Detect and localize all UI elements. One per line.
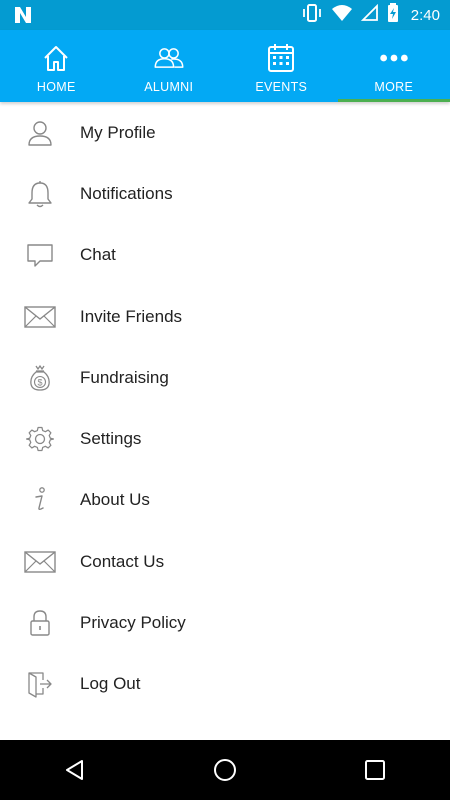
tab-more-label: MORE xyxy=(374,80,414,94)
menu-item-notifications[interactable]: Notifications xyxy=(0,163,450,224)
menu-item-settings[interactable]: Settings xyxy=(0,408,450,469)
envelope-icon xyxy=(0,531,80,592)
menu-item-my-profile[interactable]: My Profile xyxy=(0,102,450,163)
system-navigation-bar xyxy=(0,740,450,800)
tab-events-label: EVENTS xyxy=(255,80,308,94)
menu-item-chat[interactable]: Chat xyxy=(0,225,450,286)
signal-icon xyxy=(360,3,379,27)
tab-events[interactable]: EVENTS xyxy=(225,30,338,102)
menu-item-privacy-policy[interactable]: Privacy Policy xyxy=(0,592,450,653)
menu-item-label: Notifications xyxy=(80,183,173,203)
menu-item-fundraising[interactable]: $ Fundraising xyxy=(0,347,450,408)
user-icon xyxy=(0,102,80,163)
home-circle-icon[interactable] xyxy=(195,740,255,800)
menu-item-about-us[interactable]: About Us xyxy=(0,470,450,531)
status-time: 2:40 xyxy=(410,6,440,24)
menu-item-label: About Us xyxy=(80,490,150,510)
tab-home[interactable]: HOME xyxy=(0,30,113,102)
svg-text:$: $ xyxy=(37,377,42,387)
battery-charging-icon xyxy=(387,2,399,28)
status-bar: 2:40 xyxy=(0,0,450,30)
menu-item-label: Fundraising xyxy=(80,367,169,387)
recents-square-icon[interactable] xyxy=(345,740,405,800)
calendar-icon xyxy=(265,42,297,74)
more-menu-list: My Profile Notifications Chat Invite Fri… xyxy=(0,102,450,715)
menu-item-label: Log Out xyxy=(80,674,141,694)
logout-icon xyxy=(0,654,80,715)
people-icon xyxy=(153,42,185,74)
bell-icon xyxy=(0,163,80,224)
gear-icon xyxy=(0,409,80,470)
top-navigation: HOME ALUMNI EVENTS MORE xyxy=(0,30,450,102)
menu-item-log-out[interactable]: Log Out xyxy=(0,654,450,715)
menu-item-label: Chat xyxy=(80,245,116,265)
tab-home-label: HOME xyxy=(36,80,76,94)
envelope-icon xyxy=(0,286,80,347)
menu-item-contact-us[interactable]: Contact Us xyxy=(0,531,450,592)
n-notification-icon xyxy=(12,5,34,25)
menu-item-label: Settings xyxy=(80,429,142,449)
menu-item-label: Invite Friends xyxy=(80,306,183,326)
menu-item-label: Privacy Policy xyxy=(80,613,186,633)
menu-item-invite-friends[interactable]: Invite Friends xyxy=(0,286,450,347)
lock-icon xyxy=(0,593,80,654)
menu-item-label: My Profile xyxy=(80,122,156,142)
tab-alumni-label: ALUMNI xyxy=(144,80,194,94)
info-icon xyxy=(0,470,80,531)
chat-bubble-icon xyxy=(0,225,80,286)
vibrate-icon xyxy=(301,3,323,28)
home-icon xyxy=(40,42,72,74)
money-bag-icon: $ xyxy=(0,347,80,408)
tab-alumni[interactable]: ALUMNI xyxy=(113,30,226,102)
tab-more[interactable]: MORE xyxy=(337,30,450,102)
menu-item-label: Contact Us xyxy=(80,551,165,571)
wifi-icon xyxy=(331,4,353,27)
back-icon[interactable] xyxy=(45,740,105,800)
more-dots-icon xyxy=(378,42,410,74)
